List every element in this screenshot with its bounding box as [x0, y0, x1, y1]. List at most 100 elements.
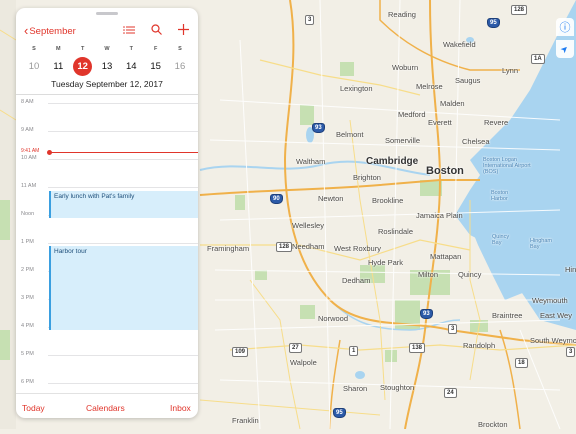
map-label: Quincy: [458, 270, 482, 279]
weekday-label: S: [32, 46, 36, 52]
panel-grabber[interactable]: [96, 12, 118, 15]
event-block[interactable]: Harbor tour: [49, 246, 198, 330]
divider: [16, 393, 198, 394]
map-label: Belmont: [336, 130, 364, 139]
map-label: Waltham: [296, 157, 326, 166]
map-label: Mattapan: [430, 252, 462, 261]
weekday-label: T: [80, 46, 85, 52]
day-cell[interactable]: 10: [22, 57, 46, 77]
route-shield: 90: [270, 194, 283, 204]
list-view-icon[interactable]: [123, 24, 135, 40]
route-shield: 109: [232, 347, 249, 357]
map-label: Reading: [388, 10, 416, 19]
hour-label: 8 AM: [21, 99, 34, 105]
info-button[interactable]: ⓘ: [556, 18, 574, 36]
hour-row: 10 AM: [16, 155, 198, 161]
location-arrow-icon: ➤: [558, 42, 571, 55]
day-cell[interactable]: 15: [144, 57, 168, 77]
hour-label: 4 PM: [21, 323, 34, 329]
map-label: Sharon: [343, 384, 368, 393]
search-icon[interactable]: [151, 24, 162, 40]
calendar-nav-bar: ‹ September: [16, 24, 198, 42]
map-label: Framingham: [207, 244, 250, 253]
calendars-button[interactable]: Calendars: [86, 403, 125, 413]
hour-line: [48, 355, 198, 356]
event-title: Harbor tour: [54, 248, 87, 255]
map-label: Everett: [428, 118, 452, 127]
day-cell[interactable]: 13: [95, 57, 119, 77]
route-shield: 95: [487, 18, 500, 28]
route-shield: 95: [333, 408, 346, 418]
map-label: South Weymouth: [530, 336, 576, 345]
info-icon: ⓘ: [559, 22, 571, 34]
map-label: Roslindale: [378, 227, 414, 236]
map-label: Weymouth: [532, 296, 568, 305]
route-shield: 138: [409, 343, 426, 353]
weekday-label: T: [129, 46, 133, 52]
day-cell[interactable]: 16: [168, 57, 192, 77]
map-label: Braintree: [492, 311, 523, 320]
day-timeline[interactable]: 8 AM 9 AM 10 AM 11 AM Noon 1 PM 2 PM 3 P…: [16, 95, 198, 393]
current-location-button[interactable]: ➤: [556, 40, 574, 58]
event-block[interactable]: Early lunch with Pat's family: [49, 191, 198, 218]
hour-row: 5 PM: [16, 351, 198, 357]
back-to-month-button[interactable]: ‹ September: [24, 23, 76, 38]
back-label: September: [29, 25, 76, 37]
map-label: Wellesley: [292, 221, 324, 230]
route-shield: 93: [420, 309, 433, 319]
hour-row: 6 PM: [16, 379, 198, 385]
map-label: Dedham: [342, 276, 371, 285]
map-label: Wakefield: [443, 40, 476, 49]
map-water-label: Boston Logan International Airport (BOS): [483, 157, 531, 175]
weekday-label: W: [104, 46, 110, 52]
map-label: Milton: [418, 270, 439, 279]
map-label: Brighton: [353, 173, 381, 182]
map-label: Newton: [318, 194, 344, 203]
hour-line: [48, 243, 198, 244]
route-shield: 1: [349, 346, 359, 356]
weekday-label: S: [178, 46, 182, 52]
map-label: Stoughton: [380, 383, 415, 392]
map-label: Hyde Park: [368, 258, 404, 267]
current-time-indicator: 9:41 AM: [16, 148, 198, 155]
hour-label: 3 PM: [21, 295, 34, 301]
map-label: Woburn: [392, 63, 419, 72]
map-label: Norwood: [318, 314, 349, 323]
event-title: Early lunch with Pat's family: [54, 193, 135, 200]
hour-label: 1 PM: [21, 239, 34, 245]
week-strip: 10 11 12 13 14 15 16: [22, 57, 192, 77]
map-label: Lynn: [502, 66, 518, 75]
hour-row: 9 AM: [16, 127, 198, 133]
map-label: Hin: [565, 265, 576, 274]
map-label: East Wey: [540, 311, 572, 320]
route-shield: 3: [566, 347, 576, 357]
inbox-button[interactable]: Inbox: [170, 403, 191, 413]
day-cell[interactable]: 11: [46, 57, 70, 77]
route-shield: 27: [289, 343, 302, 353]
map-label: West Roxbury: [334, 244, 381, 253]
map-label: Franklin: [232, 416, 259, 425]
map-water-label: Boston Harbor: [491, 190, 509, 202]
calendar-panel: ‹ September S M T W T F S 10 11 12 13 14…: [16, 8, 198, 418]
hour-label: 11 AM: [21, 183, 37, 189]
add-event-icon[interactable]: [178, 24, 189, 40]
weekday-header: S M T W T F S: [22, 46, 192, 52]
route-shield: 3: [305, 15, 315, 25]
map-label: Randolph: [463, 341, 496, 350]
hour-line: [48, 383, 198, 384]
map-label: Needham: [292, 242, 325, 251]
current-time-label: 9:41 AM: [21, 148, 40, 154]
hour-label: Noon: [21, 211, 35, 217]
weekday-label: F: [153, 46, 158, 52]
chevron-left-icon: ‹: [24, 23, 29, 38]
day-cell[interactable]: 14: [119, 57, 143, 77]
hour-line: [48, 187, 198, 188]
map-water-label: Hingham Bay: [530, 238, 553, 250]
today-button[interactable]: Today: [22, 403, 45, 413]
map-label: Chelsea: [462, 137, 490, 146]
hour-label: 9 AM: [21, 127, 34, 133]
route-shield: 24: [444, 388, 457, 398]
day-cell-selected[interactable]: 12: [71, 57, 95, 77]
map-water-label: Quincy Bay: [492, 234, 510, 246]
hour-line: [48, 159, 198, 160]
